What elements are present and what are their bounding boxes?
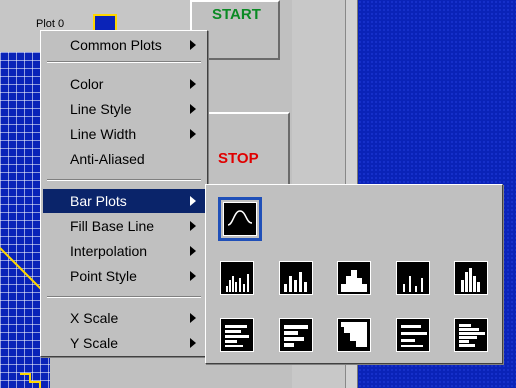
menu-item-label: Y Scale: [70, 335, 118, 351]
menu-item-line-style[interactable]: Line Style: [43, 97, 206, 121]
horizontal-bar-plot-icon[interactable]: [279, 318, 313, 352]
submenu-arrow-icon: [190, 40, 196, 50]
menu-item-bar-plots[interactable]: Bar Plots: [43, 189, 206, 213]
menu-item-point-style[interactable]: Point Style: [43, 264, 206, 288]
plot-legend-label: Plot 0: [36, 18, 65, 30]
menu-item-anti-aliased[interactable]: Anti-Aliased: [43, 147, 206, 171]
menu-item-line-width[interactable]: Line Width: [43, 122, 206, 146]
menu-item-x-scale[interactable]: X Scale: [43, 306, 206, 330]
menu-item-label: Anti-Aliased: [70, 151, 145, 167]
menu-item-label: Point Style: [70, 268, 137, 284]
vertical-bar-plot-icon[interactable]: [220, 261, 254, 295]
stop-button-label: STOP: [218, 150, 259, 167]
submenu-arrow-icon: [190, 271, 196, 281]
menu-separator: [47, 296, 201, 298]
menu-item-color[interactable]: Color: [43, 72, 206, 96]
menu-item-label: Fill Base Line: [70, 218, 155, 234]
plot-context-menu: Common Plots Color Line Style Line Width…: [40, 30, 208, 357]
submenu-arrow-icon: [190, 129, 196, 139]
menu-item-fill-base-line[interactable]: Fill Base Line: [43, 214, 206, 238]
menu-separator: [47, 179, 201, 181]
menu-separator: [47, 61, 201, 63]
menu-item-interpolation[interactable]: Interpolation: [43, 239, 206, 263]
plot-style-option-selected[interactable]: [218, 197, 262, 241]
submenu-arrow-icon: [190, 338, 196, 348]
menu-item-label: X Scale: [70, 310, 119, 326]
filled-horizontal-bar-plot-icon[interactable]: [337, 318, 371, 352]
submenu-arrow-icon: [190, 313, 196, 323]
submenu-arrow-icon: [190, 221, 196, 231]
stepped-bar-plot-icon[interactable]: [454, 261, 488, 295]
menu-item-common-plots[interactable]: Common Plots: [43, 33, 206, 57]
horizontal-bar-plot-icon[interactable]: [220, 318, 254, 352]
vertical-bar-plot-icon[interactable]: [396, 261, 430, 295]
vertical-bar-plot-icon[interactable]: [279, 261, 313, 295]
menu-item-label: Color: [70, 76, 104, 92]
submenu-arrow-icon: [190, 79, 196, 89]
start-button-label: START: [212, 6, 261, 23]
stepped-horizontal-bar-plot-icon[interactable]: [454, 318, 488, 352]
submenu-arrow-icon: [190, 196, 196, 206]
filled-bar-plot-icon[interactable]: [337, 261, 371, 295]
submenu-arrow-icon: [190, 104, 196, 114]
menu-item-label: Interpolation: [70, 243, 148, 259]
menu-item-y-scale[interactable]: Y Scale: [43, 331, 206, 355]
line-plot-icon: [223, 202, 257, 236]
menu-item-label: Common Plots: [70, 37, 162, 53]
menu-item-label: Bar Plots: [70, 193, 127, 209]
menu-item-label: Line Style: [70, 101, 132, 117]
menu-item-label: Line Width: [70, 126, 137, 142]
horizontal-bar-plot-icon[interactable]: [396, 318, 430, 352]
submenu-arrow-icon: [190, 246, 196, 256]
